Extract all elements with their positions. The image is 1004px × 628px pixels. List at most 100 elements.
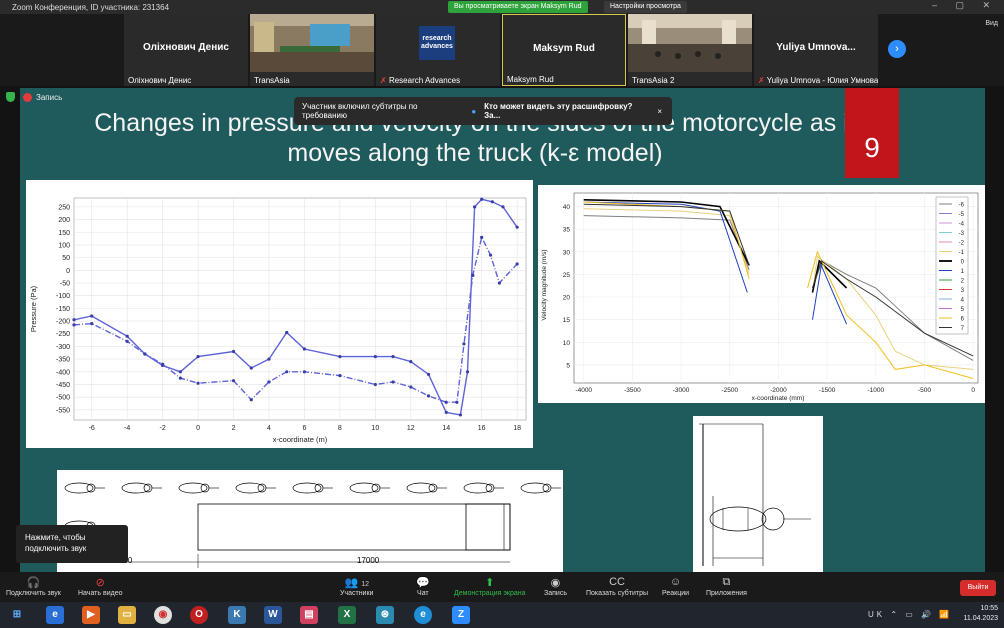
x-tick-label: 0 — [196, 425, 200, 432]
y-tick-label: -300 — [56, 344, 70, 351]
y-tick-label: 50 — [62, 255, 70, 262]
system-tray[interactable]: UK ⌃ ▭ 🔊 📶 — [868, 610, 952, 619]
x-tick-label: 4 — [267, 425, 271, 432]
window-title: Zoom Конференция, ID участника: 231364 — [12, 2, 170, 12]
pressure-data-point — [178, 370, 182, 374]
chat-button[interactable]: 💬 Чат — [416, 576, 430, 597]
transcript-visibility-link[interactable]: Кто может видеть эту расшифровку? За... — [484, 102, 649, 120]
pressure-data-point — [501, 205, 505, 209]
pressure-data-point — [497, 281, 502, 285]
y-tick-label: -150 — [56, 306, 70, 313]
plot-area — [573, 192, 979, 384]
app-icon[interactable]: K — [228, 606, 246, 624]
share-screen-button[interactable]: ⬆ Демонстрация экрана — [454, 576, 526, 597]
y-tick-label: 200 — [58, 217, 70, 224]
x-tick-label: 8 — [338, 425, 342, 432]
truck-motorcycle-diagram — [64, 482, 561, 568]
y-tick-label: 15 — [563, 317, 571, 324]
pressure-data-point — [409, 360, 413, 364]
share-screen-icon: ⬆ — [485, 577, 495, 589]
pressure-data-point — [391, 380, 395, 384]
pressure-data-point — [267, 357, 271, 361]
apps-button[interactable]: ⧉ Приложения — [706, 576, 747, 597]
participants-button[interactable]: 👥 12 Участники — [340, 576, 373, 597]
pressure-data-point — [302, 370, 307, 374]
pressure-data-point — [471, 273, 475, 277]
shared-screen: Changes in pressure and velocity on the … — [0, 86, 1004, 572]
pressure-data-point — [249, 398, 253, 402]
leave-meeting-button[interactable]: Выйти — [960, 580, 996, 596]
media-player-icon[interactable]: ▶ — [82, 606, 100, 624]
edge-icon[interactable]: e — [414, 606, 432, 624]
next-page-chevron-icon[interactable]: › — [888, 40, 906, 58]
app-icon[interactable]: ⊛ — [376, 606, 394, 624]
start-windows-icon[interactable]: ⊞ — [8, 606, 26, 624]
folder-icon[interactable]: ▭ — [118, 606, 136, 624]
people-icon: ● — [471, 106, 477, 116]
pressure-data-point — [426, 394, 431, 398]
pressure-data-point — [338, 374, 342, 378]
word-icon[interactable]: W — [264, 606, 282, 624]
pressure-data-point — [458, 413, 463, 417]
y-tick-label: 100 — [58, 242, 70, 249]
show-captions-button[interactable]: CC Показать субтитры — [586, 576, 648, 597]
participant-tile[interactable]: TransAsia — [250, 14, 374, 86]
legend-label: -2 — [959, 241, 965, 247]
pressure-data-point — [515, 262, 519, 266]
excel-icon[interactable]: X — [338, 606, 356, 624]
zoom-icon[interactable]: Z — [452, 606, 470, 624]
pressure-data-point — [125, 334, 129, 338]
video-off-icon: ⊘ — [95, 577, 105, 589]
ie-icon[interactable]: e — [46, 606, 64, 624]
pressure-data-point — [72, 318, 76, 322]
participant-display-name: Оліхнович Денис — [143, 42, 229, 53]
pressure-data-point — [249, 366, 253, 370]
close-icon[interactable]: × — [657, 107, 662, 116]
pressure-data-point — [480, 235, 484, 239]
x-tick-label: -3000 — [673, 387, 690, 394]
x-tick-label: 2 — [232, 425, 236, 432]
x-tick-label: 10 — [371, 425, 379, 432]
slide-number: 9 — [845, 88, 899, 178]
legend-label: -6 — [959, 203, 965, 209]
participant-filmstrip: Оліхнович Денис Оліхнович Денис TransAsi… — [0, 14, 1004, 86]
record-button[interactable]: ◉ Запись — [544, 576, 567, 597]
participant-tile[interactable]: Yuliya Umnova... ✗ Yuliya Umnova - Юлия … — [754, 14, 878, 86]
record-icon: ◉ — [550, 577, 561, 589]
chrome-icon[interactable]: ◉ — [154, 606, 172, 624]
pressure-data-point — [455, 400, 459, 404]
x-tick-label: 14 — [442, 425, 450, 432]
x-tick-label: -2 — [160, 425, 166, 432]
opera-icon[interactable]: O — [190, 606, 208, 624]
reactions-button[interactable]: ☺ Реакции — [662, 576, 689, 597]
app-icon[interactable]: ▤ — [300, 606, 318, 624]
participant-name: TransAsia 2 — [632, 76, 675, 85]
pressure-data-point — [462, 342, 466, 346]
view-settings-button[interactable]: Настройки просмотра — [604, 1, 687, 13]
join-audio-button[interactable]: 🎧 Подключить звук — [6, 576, 61, 597]
start-video-button[interactable]: ⊘ Начать видео — [78, 576, 122, 597]
view-button[interactable]: Вид — [985, 20, 998, 27]
participant-tile[interactable]: research advances ✗ Research Advances — [376, 14, 500, 86]
pressure-data-point — [285, 370, 289, 374]
participant-tile-active[interactable]: Maksym Rud Maksym Rud — [502, 14, 626, 86]
y-tick-label: -100 — [56, 293, 70, 300]
pressure-data-point — [488, 253, 493, 257]
y-tick-label: -500 — [56, 395, 70, 402]
participant-tile[interactable]: Оліхнович Денис Оліхнович Денис — [124, 14, 248, 86]
pressure-data-point — [90, 314, 94, 318]
pressure-data-point — [231, 379, 236, 383]
window-controls[interactable]: – ▢ ✕ — [932, 0, 998, 11]
y-tick-label: -350 — [56, 357, 70, 364]
y-axis-label: Velocity magnitude (m/s) — [541, 249, 548, 320]
x-tick-label: -1500 — [819, 387, 836, 394]
y-tick-label: 250 — [58, 204, 70, 211]
pressure-data-point — [373, 382, 377, 387]
dimension-label: 17000 — [357, 556, 380, 565]
participant-video — [250, 14, 374, 72]
plot-area — [73, 197, 527, 421]
participant-tile[interactable]: TransAsia 2 — [628, 14, 752, 86]
record-dot-icon — [23, 92, 32, 102]
pressure-data-point — [267, 380, 271, 384]
clock[interactable]: 10:55 11.04.2023 — [963, 604, 998, 624]
